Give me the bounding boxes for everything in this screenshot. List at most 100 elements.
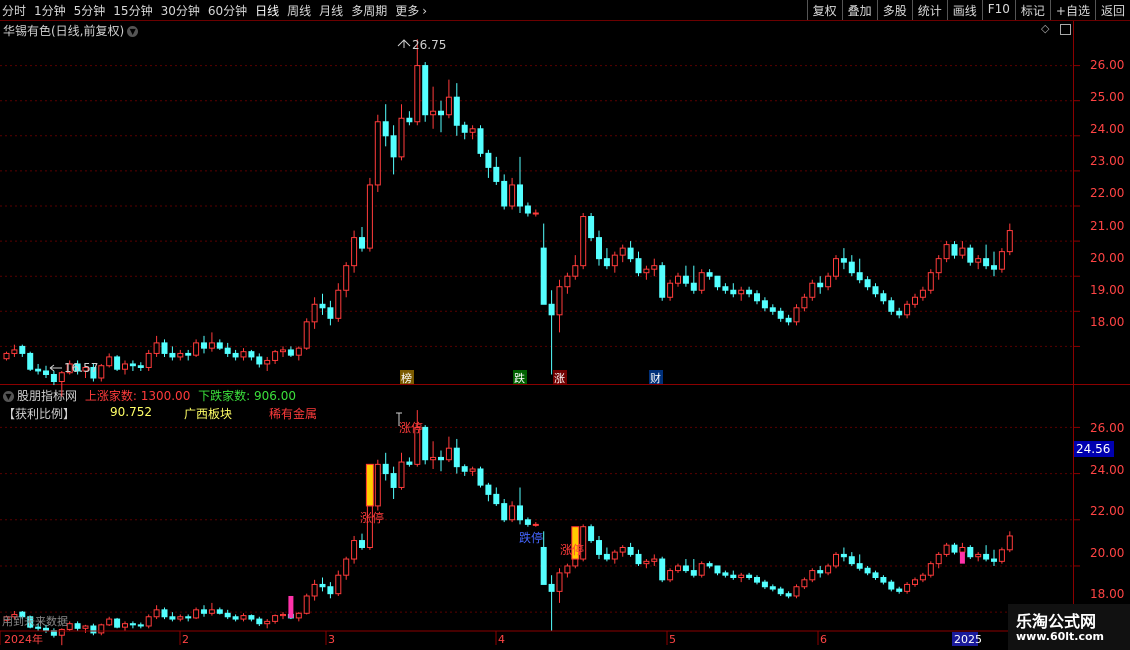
candle-up	[3, 616, 10, 621]
overlay-button[interactable]: 叠加	[841, 0, 877, 20]
tab-period[interactable]: 周线	[287, 2, 311, 19]
y-tick: 24.00	[1090, 463, 1124, 477]
back-button[interactable]: 返回	[1094, 0, 1130, 20]
candle-down	[19, 611, 26, 618]
main-grid	[0, 65, 1080, 347]
candle-down	[35, 626, 42, 629]
candle-up	[264, 620, 271, 625]
candle-down	[872, 572, 879, 579]
main-chart-title: 华锡有色(日线,前复权) ▼	[3, 22, 139, 39]
candle-down	[777, 310, 784, 319]
candle-up	[98, 624, 105, 634]
tab-more-label: 更多	[395, 3, 420, 18]
candle-down	[327, 307, 334, 319]
up-count-label: 上涨家数: 1300.00	[84, 389, 191, 403]
diamond-icon[interactable]: ◇	[1041, 22, 1049, 35]
tab-period[interactable]: 60分钟	[208, 2, 247, 19]
candle-up	[1006, 535, 1013, 551]
candle-up	[398, 117, 405, 158]
candle-down	[256, 618, 263, 625]
candle-up	[675, 565, 681, 572]
candle-up	[98, 365, 105, 379]
candle-up	[564, 565, 571, 574]
candle-up	[240, 351, 247, 358]
candle-down	[896, 588, 903, 592]
candle-down	[19, 345, 26, 354]
chevron-down-icon[interactable]: ▼	[3, 391, 14, 402]
y-tick: 22.00	[1090, 186, 1124, 200]
candle-up	[469, 468, 476, 472]
y-tick: 18.00	[1090, 587, 1124, 601]
tab-more[interactable]: 更多 ›	[395, 2, 427, 19]
candle-down	[493, 166, 500, 182]
candle-up	[975, 258, 982, 263]
tab-period[interactable]: 1分钟	[34, 2, 66, 19]
candle-up	[935, 258, 942, 274]
tab-period[interactable]: 分时	[2, 2, 26, 19]
candle-up	[122, 363, 128, 370]
candle-down	[967, 247, 974, 263]
candle-down	[422, 65, 429, 116]
draw-line-button[interactable]: 画线	[946, 0, 982, 20]
candle-up	[106, 618, 113, 626]
indicator-grid	[0, 426, 1080, 613]
profit-ratio-label: 【获利比例】	[3, 407, 76, 421]
sector-label: 稀有金属	[269, 407, 318, 421]
candle-down	[785, 317, 792, 323]
candle-up	[280, 349, 286, 353]
candle-up	[145, 352, 152, 368]
mark-button[interactable]: 标记	[1014, 0, 1050, 20]
candle-up	[998, 549, 1005, 562]
candle-down	[485, 152, 492, 168]
restore-rights-button[interactable]: 复权	[806, 0, 842, 20]
statistics-button[interactable]: 统计	[911, 0, 947, 20]
candle-up	[611, 551, 618, 560]
x-tick: 3	[328, 633, 335, 646]
candle-down	[129, 623, 136, 626]
candle-down	[769, 586, 776, 590]
tab-period[interactable]: 15分钟	[113, 2, 152, 19]
tab-period[interactable]: 5分钟	[74, 2, 106, 19]
candle-up	[430, 456, 437, 461]
tab-period[interactable]: 月线	[319, 2, 343, 19]
candle-up	[556, 286, 563, 316]
x-tick: 4	[498, 633, 505, 646]
candle-up	[643, 560, 650, 565]
candle-up	[58, 628, 65, 636]
candle-down	[524, 519, 531, 525]
candle-down	[35, 368, 42, 372]
candle-down	[438, 110, 444, 116]
f10-button[interactable]: F10	[981, 0, 1015, 20]
chevron-down-icon[interactable]: ▼	[127, 26, 139, 37]
tab-period[interactable]: 多周期	[351, 2, 387, 19]
watermark-url: www.60lt.com	[1016, 630, 1105, 643]
multi-stock-button[interactable]: 多股	[876, 0, 912, 20]
candle-up	[825, 565, 832, 574]
candle-down	[540, 247, 547, 305]
limit-up-highlight	[365, 463, 374, 507]
candle-down	[840, 258, 847, 263]
candle-down	[453, 447, 460, 468]
candle-down	[216, 609, 223, 614]
y-tick: 19.00	[1090, 283, 1124, 297]
candle-down	[714, 565, 721, 574]
candle-down	[872, 286, 879, 295]
candle-down	[714, 275, 721, 288]
candle-up	[66, 623, 73, 630]
limit-down-label: 跌停	[519, 530, 543, 545]
candle-up	[11, 349, 18, 354]
tab-period[interactable]: 30分钟	[161, 2, 200, 19]
candle-down	[319, 583, 326, 588]
tab-period-daily[interactable]: 日线	[255, 2, 279, 19]
candle-up	[564, 275, 571, 288]
candle-up	[619, 247, 626, 256]
candle-down	[888, 300, 895, 312]
pane-icon[interactable]	[1060, 24, 1071, 35]
candle-up	[793, 307, 800, 323]
candle-up	[311, 583, 318, 597]
add-watchlist-button[interactable]: +自选	[1049, 0, 1095, 20]
candle-up	[532, 212, 539, 215]
candle-up	[738, 574, 745, 579]
candle-up	[919, 289, 926, 298]
y-tick: 22.00	[1090, 504, 1124, 518]
